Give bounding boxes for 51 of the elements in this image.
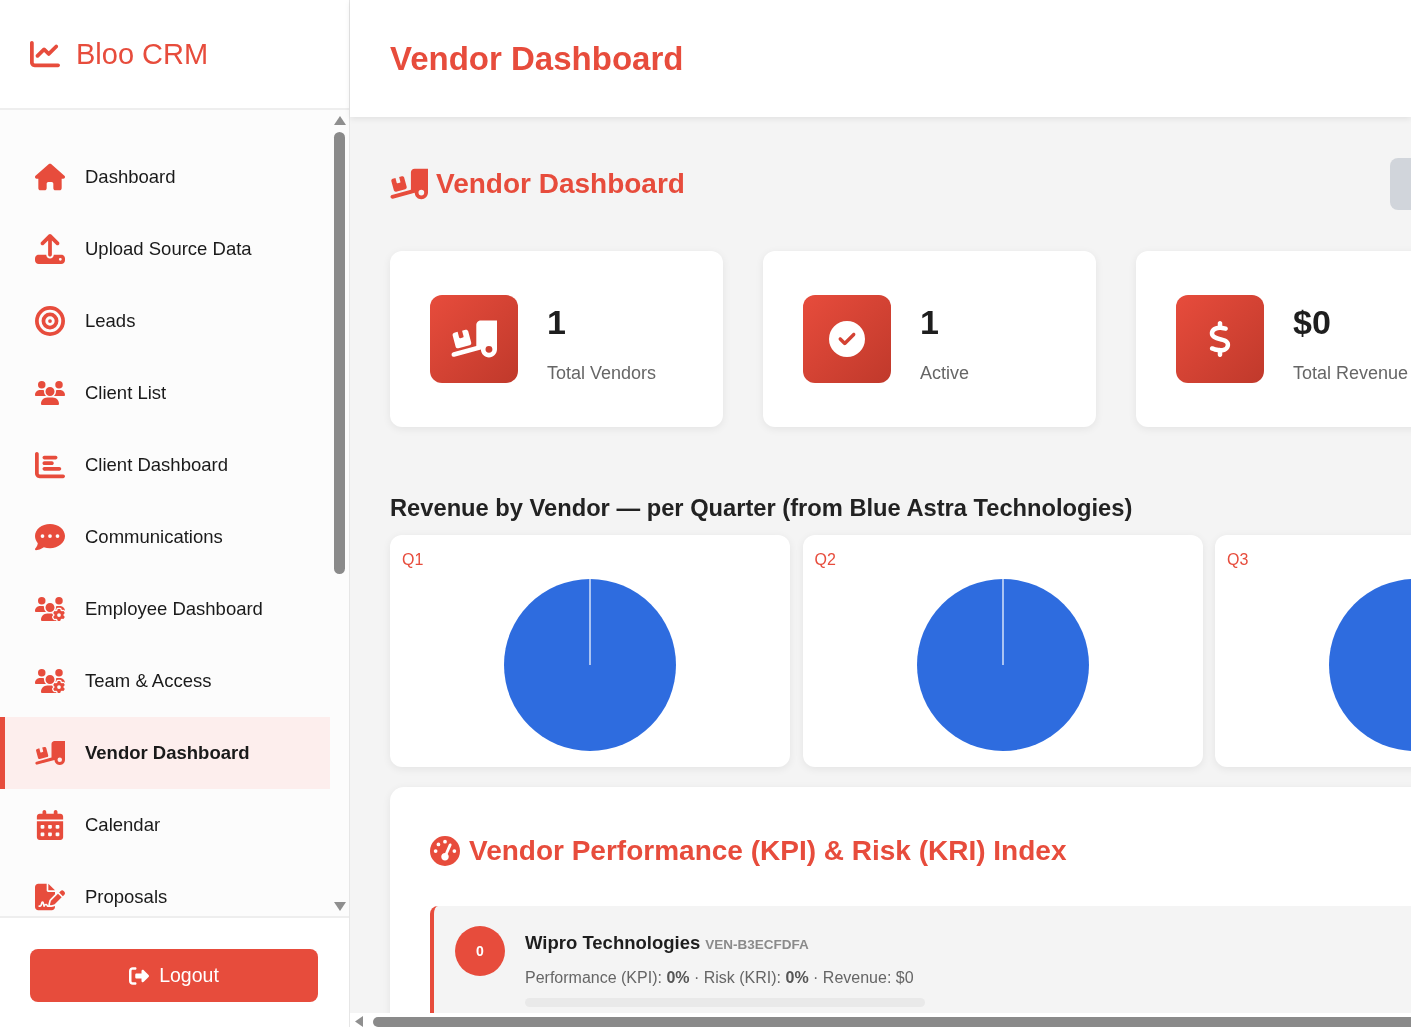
- chart-title: Q2: [814, 550, 836, 570]
- calendar-icon: [35, 810, 65, 840]
- stat-label: Active: [920, 362, 970, 385]
- page-title: Vendor Dashboard: [390, 39, 684, 78]
- stat-label: Total Revenue: [1293, 362, 1409, 385]
- chart-title: Q3: [1227, 550, 1249, 570]
- loading-truck-icon: [430, 295, 518, 383]
- sidebar-item[interactable]: Communications: [0, 501, 330, 573]
- brand-name: Bloo CRM: [76, 37, 209, 72]
- sidebar-item[interactable]: Proposals: [0, 861, 330, 916]
- sidebar-item[interactable]: Employee Dashboard: [0, 573, 330, 645]
- score-badge: 0: [455, 926, 505, 976]
- scrollbar-thumb[interactable]: [334, 132, 345, 574]
- vendor-code: VEN-B3ECFDFA: [705, 936, 809, 954]
- users-gear-icon: [35, 594, 65, 624]
- sidebar-item[interactable]: Calendar: [0, 789, 330, 861]
- dashboard-heading: Vendor Dashboard: [436, 168, 685, 200]
- sidebar-item[interactable]: Leads: [0, 285, 330, 357]
- line-chart-icon: [30, 39, 60, 69]
- sidebar-item[interactable]: Vendor Dashboard: [0, 717, 330, 789]
- bar-chart-icon: [35, 450, 65, 480]
- loading-truck-icon: [35, 738, 65, 768]
- sidebar-item[interactable]: Dashboard: [0, 141, 330, 213]
- users-gear-icon: [35, 666, 65, 696]
- chat-bubble-icon: [35, 522, 65, 552]
- gauge-icon: [430, 836, 460, 866]
- sidebar-item[interactable]: Client Dashboard: [0, 429, 330, 501]
- chart-section-heading: Revenue by Vendor — per Quarter (from Blue Astra Technologies): [390, 494, 1134, 523]
- caret-up-icon[interactable]: [333, 116, 346, 125]
- file-pen-icon: [35, 882, 65, 912]
- scrollbar-thumb[interactable]: [373, 1017, 1411, 1027]
- sidebar-item[interactable]: Team & Access: [0, 645, 330, 717]
- users-icon: [35, 378, 65, 408]
- sign-out-icon: [129, 965, 150, 986]
- sidebar-item[interactable]: Upload Source Data: [0, 213, 330, 285]
- caret-down-icon[interactable]: [333, 902, 346, 911]
- dollar-sign-icon: [1176, 295, 1264, 383]
- stat-value: 1: [547, 302, 567, 343]
- upload-icon: [35, 234, 65, 264]
- sidebar-item[interactable]: Client List: [0, 357, 330, 429]
- house-icon: [35, 162, 65, 192]
- stat-value: $0: [1293, 302, 1332, 343]
- logout-button[interactable]: Logout: [30, 949, 318, 1002]
- target-icon: [35, 306, 65, 336]
- chart-title: Q1: [402, 550, 424, 570]
- vendor-name: Wipro Technologies: [525, 931, 701, 955]
- stat-value: 1: [920, 302, 940, 343]
- vendor-summary: Performance (KPI): 0% · Risk (KRI): 0% · Revenue: $0: [525, 968, 915, 988]
- kpi-heading: Vendor Performance (KPI) & Risk (KRI) Index: [469, 834, 1067, 868]
- caret-left-icon[interactable]: [355, 1016, 363, 1027]
- stat-label: Total Vendors: [547, 362, 657, 385]
